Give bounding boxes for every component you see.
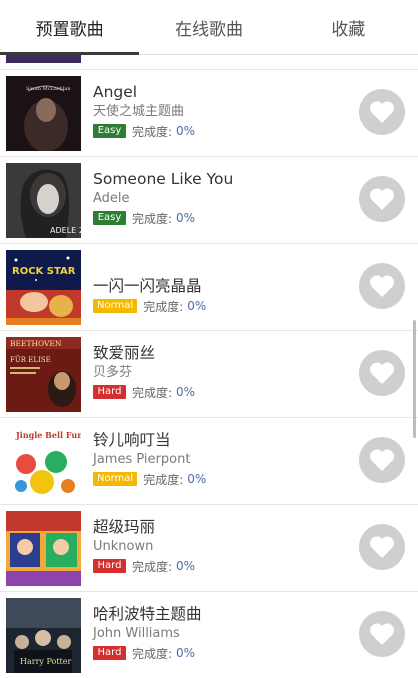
song-row[interactable]: BEETHOVEN FÜR ELISE 致爱丽丝 贝多芬 Hard 完成度: 0… xyxy=(0,331,418,418)
difficulty-badge: Hard xyxy=(93,646,126,660)
song-artist: John Williams xyxy=(93,626,180,641)
jingle-bell-fun-cover: Jingle Bell Fun xyxy=(6,424,81,499)
song-row[interactable]: Jingle Bell Fun 铃儿响叮当 James Pierpont Nor… xyxy=(0,418,418,505)
cover-text: ROCK STAR xyxy=(12,266,76,277)
heart-icon xyxy=(369,275,395,297)
scrollbar[interactable] xyxy=(413,320,416,438)
angel-album-cover: Sarah McLachlan xyxy=(6,76,81,151)
song-artist: James Pierpont xyxy=(93,452,191,467)
progress-value: 0% xyxy=(176,385,196,399)
progress-label: 完成度: xyxy=(132,385,173,400)
heart-icon xyxy=(369,362,395,384)
song-artist: Adele xyxy=(93,191,130,206)
super-mario-cover xyxy=(6,511,81,586)
song-artist: 天使之城主题曲 xyxy=(93,104,185,119)
song-title: 致爱丽丝 xyxy=(93,344,156,362)
song-row[interactable]: ROCK STAR 一闪一闪亮晶晶 Normal 完成度: 0% xyxy=(0,244,418,331)
cover-text: ADELE 21 xyxy=(50,226,81,235)
song-row[interactable]: 超级玛丽 Unknown Hard 完成度: 0% xyxy=(0,505,418,592)
tab-online-songs[interactable]: 在线歌曲 xyxy=(139,0,278,54)
svg-text:Sarah McLachlan: Sarah McLachlan xyxy=(26,86,71,92)
song-title: 一闪一闪亮晶晶 xyxy=(93,277,202,295)
svg-text:FÜR ELISE: FÜR ELISE xyxy=(10,355,51,364)
song-info: 铃儿响叮当 James Pierpont Normal 完成度: 0% xyxy=(93,430,343,487)
favorite-button[interactable] xyxy=(359,350,405,396)
song-info: Angel 天使之城主题曲 Easy 完成度: 0% xyxy=(93,82,343,139)
song-row[interactable]: Sarah McLachlan Angel 天使之城主题曲 Easy 完成度: … xyxy=(0,70,418,157)
tab-preset-songs[interactable]: 预置歌曲 xyxy=(0,0,140,55)
progress-label: 完成度: xyxy=(143,472,184,487)
tab-favorites[interactable]: 收藏 xyxy=(279,0,418,54)
song-info: 超级玛丽 Unknown Hard 完成度: 0% xyxy=(93,517,343,574)
favorite-button[interactable] xyxy=(359,524,405,570)
favorite-button[interactable] xyxy=(359,263,405,309)
song-title: 超级玛丽 xyxy=(93,518,156,536)
song-info: 致爱丽丝 贝多芬 Hard 完成度: 0% xyxy=(93,343,343,400)
difficulty-badge: Normal xyxy=(93,299,138,313)
beethoven-fur-elise-cover: BEETHOVEN FÜR ELISE xyxy=(6,337,81,412)
song-info: 哈利波特主题曲 John Williams Hard 完成度: 0% xyxy=(93,604,343,661)
cover-text: Harry Potter xyxy=(20,657,71,666)
difficulty-badge: Normal xyxy=(93,472,138,486)
difficulty-badge: Hard xyxy=(93,559,126,573)
favorite-button[interactable] xyxy=(359,611,405,657)
heart-icon xyxy=(369,188,395,210)
favorite-button[interactable] xyxy=(359,176,405,222)
song-info: 一闪一闪亮晶晶 Normal 完成度: 0% xyxy=(93,256,343,314)
song-title: Someone Like You xyxy=(93,170,234,188)
cover-text: BEETHOVEN xyxy=(10,339,62,348)
progress-label: 完成度: xyxy=(132,559,173,574)
progress-value: 0% xyxy=(187,472,207,486)
song-artist: 贝多芬 xyxy=(93,365,133,380)
adele-21-album-cover: ADELE 21 xyxy=(6,163,81,238)
heart-icon xyxy=(369,101,395,123)
favorite-button[interactable] xyxy=(359,437,405,483)
difficulty-badge: Hard xyxy=(93,385,126,399)
heart-icon xyxy=(369,536,395,558)
song-info: Someone Like You Adele Easy 完成度: 0% xyxy=(93,169,343,226)
heart-icon xyxy=(369,449,395,471)
rock-star-album-cover: ROCK STAR xyxy=(6,250,81,325)
tab-bar: 预置歌曲 在线歌曲 收藏 xyxy=(0,0,418,55)
favorite-button[interactable] xyxy=(359,89,405,135)
heart-icon xyxy=(369,623,395,645)
song-artist: Unknown xyxy=(93,539,154,554)
progress-label: 完成度: xyxy=(132,124,173,139)
progress-value: 0% xyxy=(187,299,207,313)
progress-label: 完成度: xyxy=(132,211,173,226)
progress-value: 0% xyxy=(176,559,196,573)
progress-value: 0% xyxy=(176,124,196,138)
difficulty-badge: Easy xyxy=(93,124,126,138)
progress-label: 完成度: xyxy=(143,299,184,314)
song-title: 铃儿响叮当 xyxy=(93,431,171,449)
album-cover-partial xyxy=(6,55,81,63)
cover-text: Jingle Bell Fun xyxy=(15,430,81,440)
harry-potter-cover: Harry Potter xyxy=(6,598,81,673)
song-title: Angel xyxy=(93,83,138,101)
song-row[interactable]: ADELE 21 Someone Like You Adele Easy 完成度… xyxy=(0,157,418,244)
song-title: 哈利波特主题曲 xyxy=(93,605,202,623)
progress-value: 0% xyxy=(176,646,196,660)
song-row[interactable]: Harry Potter 哈利波特主题曲 John Williams Hard … xyxy=(0,592,418,678)
progress-value: 0% xyxy=(176,211,196,225)
song-list[interactable]: Sarah McLachlan Angel 天使之城主题曲 Easy 完成度: … xyxy=(0,55,418,678)
progress-label: 完成度: xyxy=(132,646,173,661)
difficulty-badge: Easy xyxy=(93,211,126,225)
song-row-partial[interactable] xyxy=(0,55,418,70)
